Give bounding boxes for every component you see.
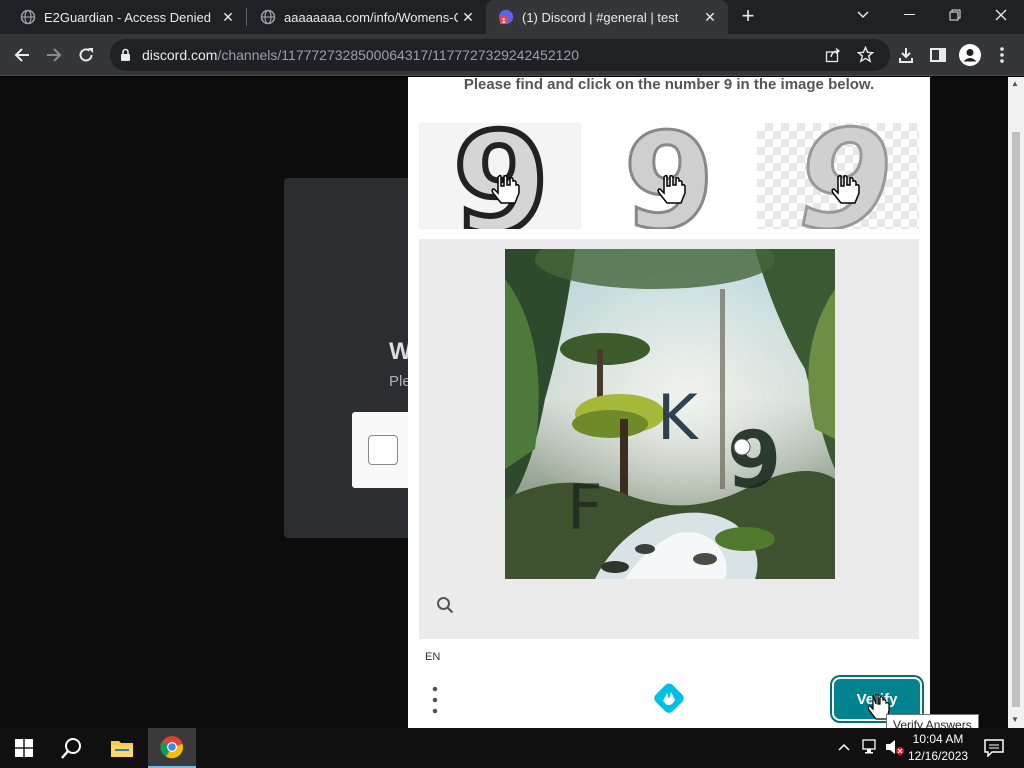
back-button[interactable]: [10, 43, 34, 67]
tab-search-button[interactable]: [840, 0, 886, 30]
chrome-taskbar-button[interactable]: [148, 728, 196, 768]
address-bar[interactable]: discord.com/channels/1177727328500064317…: [110, 39, 890, 71]
clock-time: 10:04 AM: [912, 732, 964, 746]
language-selector[interactable]: EN: [425, 651, 440, 663]
challenge-area: K 9 F: [419, 239, 919, 639]
scroll-up-icon[interactable]: ▲: [1011, 79, 1019, 88]
kebab-menu-icon: [1000, 47, 1004, 63]
menu-button[interactable]: [990, 43, 1014, 67]
tab-title: (1) Discord | #general | test: [522, 9, 679, 25]
challenge-image[interactable]: K 9 F: [505, 249, 835, 579]
avatar-icon: [959, 44, 981, 66]
example-image: 9: [589, 123, 751, 229]
globe-icon: [260, 9, 276, 25]
url-host: discord.com: [142, 47, 218, 63]
close-tab-icon[interactable]: ✕: [700, 7, 720, 27]
lock-icon: [120, 48, 131, 67]
bookmark-star-icon[interactable]: [856, 45, 875, 68]
url-text: discord.com/channels/1177727328500064317…: [142, 47, 579, 63]
browser-toolbar: discord.com/channels/1177727328500064317…: [0, 34, 1024, 76]
side-panel-button[interactable]: [926, 43, 950, 67]
discord-verification-modal: W Ple: [284, 178, 422, 538]
network-icon[interactable]: [862, 739, 880, 758]
page-scrollbar[interactable]: ▲ ▼: [1008, 77, 1024, 728]
scene-digit-9: 9: [727, 416, 781, 506]
scroll-down-icon[interactable]: ▼: [1011, 715, 1019, 724]
reload-icon: [79, 48, 93, 62]
show-hidden-icons[interactable]: [838, 740, 850, 754]
minimize-button[interactable]: [886, 0, 932, 30]
restore-button[interactable]: [932, 0, 978, 30]
close-window-button[interactable]: [978, 0, 1024, 30]
arrow-left-icon: [14, 48, 29, 62]
scrollbar-thumb[interactable]: [1012, 132, 1020, 707]
discord-icon: 1: [498, 9, 514, 25]
globe-icon: [20, 9, 36, 25]
more-options-icon[interactable]: [430, 685, 440, 715]
tab-title: E2Guardian - Access Denied: [44, 9, 211, 25]
search-button[interactable]: [48, 728, 96, 768]
hcaptcha-logo-icon: [653, 682, 685, 719]
side-panel-icon: [930, 48, 946, 62]
click-marker: [733, 438, 751, 456]
share-icon[interactable]: [825, 47, 841, 68]
tab-aaaaaaaa[interactable]: aaaaaaaa.com/info/Womens-Clo ✕: [240, 0, 486, 34]
captcha-challenge: Please find and click on the number 9 in…: [408, 77, 930, 728]
example-image: 9: [757, 123, 919, 229]
captcha-prompt: Please find and click on the number 9 in…: [463, 76, 875, 93]
arrow-right-icon: [47, 48, 62, 62]
close-tab-icon[interactable]: ✕: [218, 7, 238, 27]
search-icon: [61, 738, 81, 759]
url-path: /channels/1177727328500064317/1177727329…: [217, 47, 579, 63]
folder-icon: [111, 741, 133, 757]
clock-date: 12/16/2023: [908, 749, 969, 763]
tab-e2guardian[interactable]: E2Guardian - Access Denied ✕: [0, 0, 246, 34]
reload-button[interactable]: [74, 43, 98, 67]
system-clock[interactable]: 10:04 AM 12/16/2023: [908, 731, 968, 765]
scene-letter-k: K: [657, 381, 699, 454]
downloads-button[interactable]: [894, 43, 918, 67]
volume-muted-icon[interactable]: [885, 738, 905, 759]
chrome-icon: [160, 736, 184, 759]
download-icon: [899, 48, 913, 63]
new-tab-button[interactable]: +: [737, 5, 759, 28]
forward-button[interactable]: [42, 43, 66, 67]
scene-letter-f: F: [567, 471, 603, 544]
zoom-icon[interactable]: [436, 596, 454, 619]
close-tab-icon[interactable]: ✕: [458, 7, 478, 27]
tab-title: aaaaaaaa.com/info/Womens-Clo: [284, 9, 458, 25]
captcha-checkbox[interactable]: [368, 435, 398, 465]
example-glyph: 9: [623, 123, 715, 229]
chevron-down-icon: [857, 11, 869, 19]
file-explorer-button[interactable]: [98, 728, 146, 768]
windows-taskbar: 10:04 AM 12/16/2023: [0, 728, 1024, 768]
profile-button[interactable]: [958, 43, 982, 67]
tab-strip: E2Guardian - Access Denied ✕ aaaaaaaa.co…: [0, 0, 1024, 34]
example-image: 9: [419, 123, 581, 229]
notification-badge: 1: [502, 17, 506, 25]
notifications-icon[interactable]: [984, 739, 1004, 760]
tab-discord[interactable]: 1 (1) Discord | #general | test ✕: [486, 0, 728, 34]
start-button[interactable]: [0, 728, 48, 768]
windows-logo-icon: [15, 739, 33, 757]
